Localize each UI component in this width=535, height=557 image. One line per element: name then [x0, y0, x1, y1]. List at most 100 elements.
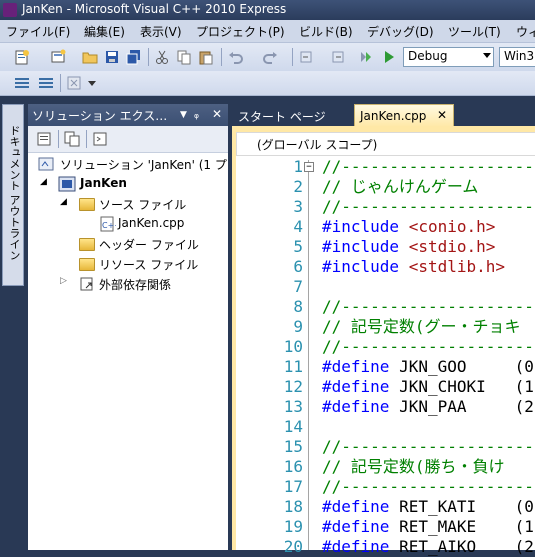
step-icon[interactable] — [358, 49, 374, 65]
menu-project[interactable]: プロジェクト(P) — [196, 23, 285, 40]
code-token: #define — [322, 537, 400, 556]
code-line: //--------------------- — [322, 197, 535, 217]
line-number: 20 — [283, 537, 303, 556]
menu-view[interactable]: 表示(V) — [140, 23, 182, 40]
line-number: 8 — [293, 297, 303, 316]
platform-value: Win32 — [504, 49, 535, 63]
code-token: //--------------------- — [322, 437, 535, 456]
configuration-select[interactable]: Debug — [403, 47, 494, 67]
line-number: 11 — [283, 357, 303, 376]
show-all-files-icon[interactable] — [64, 131, 80, 147]
tree-item-solution[interactable]: ソリューション 'JanKen' (1 プ — [60, 156, 227, 173]
expand-arrow-icon[interactable]: ▷ — [60, 276, 67, 286]
menu-debug[interactable]: デバッグ(D) — [367, 23, 434, 40]
tab-start-page[interactable]: スタート ページ — [232, 104, 352, 126]
tree-item-project[interactable]: JanKen — [80, 176, 127, 190]
menu-build[interactable]: ビルド(B) — [299, 23, 353, 40]
tree-item-janken-cpp[interactable]: JanKen.cpp — [118, 216, 184, 230]
text-editor-toolbar — [0, 71, 535, 96]
code-line: #define JKN_CHOKI (1 — [322, 377, 534, 397]
menu-edit[interactable]: 編集(E) — [84, 23, 125, 40]
bookmark-icon[interactable] — [66, 75, 82, 91]
code-line: //--------------------- — [322, 337, 535, 357]
tree-item-header-files[interactable]: ヘッダー ファイル — [99, 236, 199, 253]
code-token: JKN_CHOKI (1 — [399, 377, 534, 396]
toolbar-separator — [58, 130, 59, 148]
code-token: RET_AIKO (2 — [399, 537, 534, 556]
line-number: 5 — [293, 237, 303, 256]
code-token: //--------------------- — [322, 157, 535, 176]
solution-explorer-header: ソリューション エクス… ▼ ᵩ ✕ — [28, 104, 228, 126]
code-token: //--------------------- — [322, 297, 535, 316]
menu-tools[interactable]: ツール(T) — [448, 23, 501, 40]
tab-janken-cpp[interactable]: JanKen.cpp ✕ — [354, 104, 454, 127]
line-number: 18 — [283, 497, 303, 516]
tree-item-external-dependencies[interactable]: 外部依存関係 — [99, 276, 171, 293]
folder-icon — [79, 258, 95, 271]
toolbar-overflow-icon[interactable] — [88, 81, 96, 86]
code-token: #include — [322, 217, 409, 236]
line-number: 6 — [293, 257, 303, 276]
code-line: #define JKN_PAA (2 — [322, 397, 534, 417]
scope-value: (グローバル スコープ) — [257, 138, 378, 152]
code-line: #include <conio.h> — [322, 217, 495, 237]
redo-icon[interactable] — [262, 49, 278, 65]
open-file-icon[interactable] — [82, 49, 98, 65]
window-title: JanKen - Microsoft Visual C++ 2010 Expre… — [22, 2, 287, 16]
pin-icon[interactable]: ᵩ — [194, 107, 199, 121]
view-code-icon[interactable] — [92, 131, 108, 147]
expand-arrow-icon[interactable]: ◢ — [60, 197, 67, 207]
undo-icon[interactable] — [228, 49, 244, 65]
solution-icon — [38, 157, 54, 171]
platform-select[interactable]: Win32 — [499, 47, 535, 67]
editor-area: スタート ページ JanKen.cpp ✕ (グローバル スコープ) − 1 //… — [232, 104, 535, 556]
save-all-icon[interactable] — [126, 49, 142, 65]
tree-item-resource-files[interactable]: リソース ファイル — [99, 256, 198, 273]
app-icon — [3, 3, 17, 17]
folder-icon — [79, 238, 95, 251]
code-line: //--------------------- — [322, 477, 535, 497]
copy-icon[interactable] — [176, 49, 192, 65]
navigate-backward-icon[interactable] — [298, 49, 314, 65]
chevron-down-icon[interactable]: ▼ — [180, 110, 187, 120]
paste-icon[interactable] — [198, 49, 214, 65]
code-token: JKN_GOO (0 — [399, 357, 534, 376]
close-icon[interactable]: ✕ — [212, 107, 222, 121]
comment-icon[interactable] — [14, 75, 30, 91]
menu-window[interactable]: ウィ — [516, 23, 535, 40]
code-token: #define — [322, 517, 400, 536]
menu-file[interactable]: ファイル(F) — [6, 23, 70, 40]
add-item-icon[interactable] — [50, 49, 66, 65]
expand-arrow-icon[interactable]: ◢ — [40, 177, 47, 187]
line-number: 4 — [293, 217, 303, 236]
scope-dropdown[interactable]: (グローバル スコープ) — [236, 132, 535, 156]
code-line: #define RET_KATI (0 — [322, 497, 534, 517]
tree-item-source-files[interactable]: ソース ファイル — [99, 196, 186, 213]
toolbar-separator — [148, 48, 149, 66]
line-number: 14 — [283, 417, 303, 436]
tab-janken-cpp-label: JanKen.cpp — [360, 109, 427, 123]
svg-text:C++: C++ — [102, 221, 116, 230]
uncomment-icon[interactable] — [38, 75, 54, 91]
standard-toolbar: Debug Win32 — [0, 43, 535, 72]
cut-icon[interactable] — [154, 49, 170, 65]
code-line: #define JKN_GOO (0 — [322, 357, 534, 377]
project-icon — [58, 176, 76, 192]
collapse-icon[interactable]: − — [304, 162, 314, 172]
code-line: #include <stdio.h> — [322, 237, 495, 257]
start-debugging-icon[interactable] — [381, 49, 397, 65]
toolbar-separator — [86, 130, 87, 148]
properties-icon[interactable] — [36, 131, 52, 147]
close-icon[interactable]: ✕ — [437, 108, 447, 122]
navigate-forward-icon[interactable] — [330, 49, 346, 65]
code-token: <conio.h> — [408, 217, 496, 236]
menu-bar: ファイル(F) 編集(E) 表示(V) プロジェクト(P) ビルド(B) デバッ… — [0, 20, 535, 43]
code-editor[interactable]: − 1 //--------------------- 2 // じゃんけんゲーム 3 /… — [236, 156, 535, 556]
code-token: //--------------------- — [322, 197, 535, 216]
document-outline-tab[interactable]: ドキュメント アウトライン — [2, 104, 24, 286]
save-icon[interactable] — [104, 49, 120, 65]
new-project-icon[interactable] — [14, 49, 30, 65]
toolbar-separator — [292, 48, 293, 66]
code-token: RET_KATI (0 — [399, 497, 534, 516]
code-token: #include — [322, 257, 409, 276]
